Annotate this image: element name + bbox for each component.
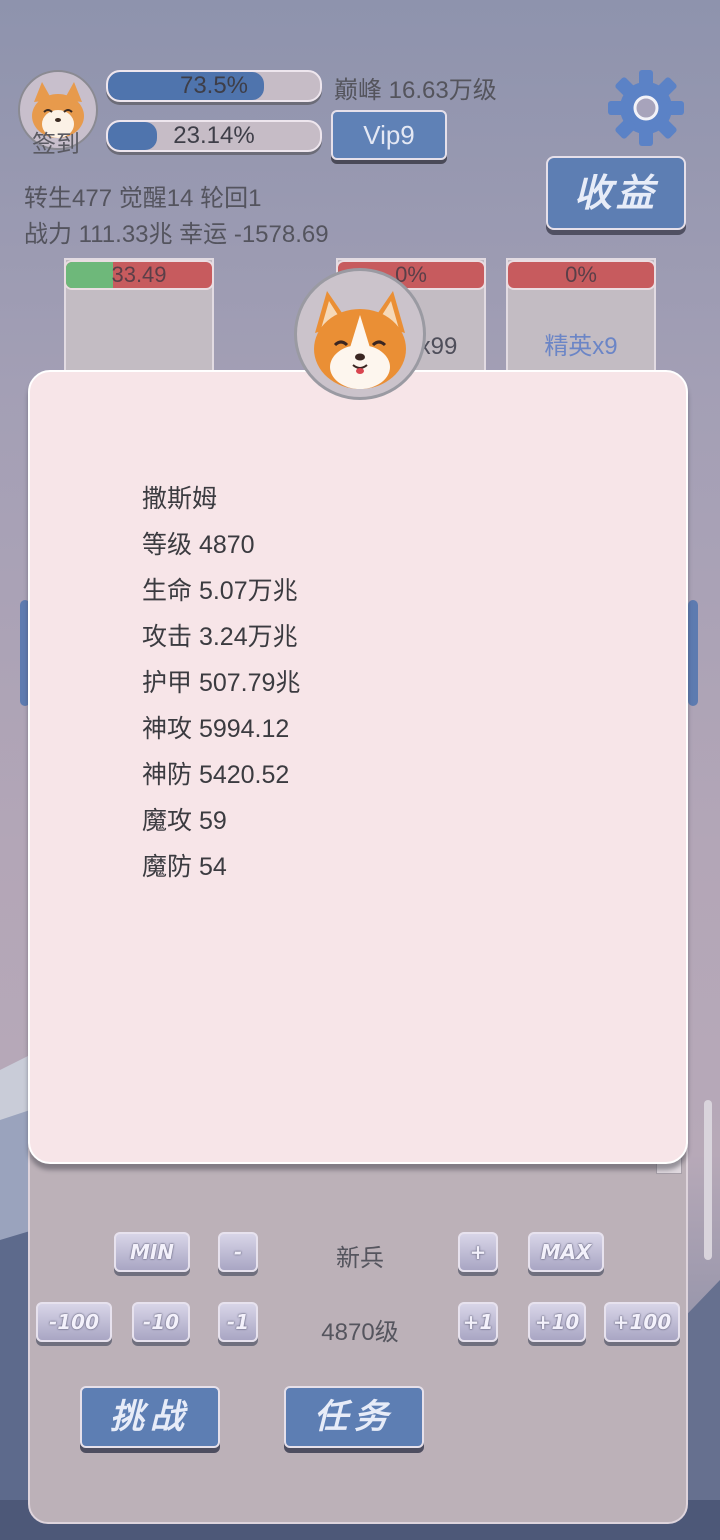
vip-button[interactable]: Vip9 (331, 110, 447, 160)
level-line: 等级 4870 (142, 531, 255, 559)
right-side-tab[interactable] (688, 600, 698, 706)
corgi-face-icon (314, 291, 406, 389)
level-selector-label: 4870级 (321, 1319, 399, 1346)
enemy-hp-bar: 33.49 (64, 260, 214, 290)
attack-line: 攻击 3.24万兆 (142, 623, 298, 651)
plus-1-button[interactable]: +1 (458, 1302, 498, 1342)
armor-line: 护甲 507.79兆 (142, 669, 301, 697)
enemy-stats-list: 撒斯姆 等级 4870 生命 5.07万兆 攻击 3.24万兆 护甲 507.7… (142, 482, 300, 896)
enemy-name-line: 撒斯姆 (142, 485, 218, 513)
enemy-hp-text: 0% (565, 262, 597, 287)
magic-defense-line: 魔防 54 (142, 853, 227, 881)
minus-1-button[interactable]: -1 (218, 1302, 258, 1342)
secondary-progress-bar: 23.14% (106, 120, 322, 152)
plus-100-button[interactable]: +100 (604, 1302, 680, 1342)
income-button[interactable]: 收益 (546, 156, 686, 230)
sign-in-label[interactable]: 签到 (18, 124, 94, 159)
modal-corgi-avatar (294, 268, 426, 400)
unit-type-label: 新兵 (336, 1245, 384, 1272)
settings-gear-icon[interactable] (606, 68, 686, 148)
magic-attack-line: 魔攻 59 (142, 807, 227, 835)
minus-10-button[interactable]: -10 (132, 1302, 190, 1342)
rebirth-stats-text: 转生477 觉醒14 轮回1 (24, 185, 262, 212)
plus-button[interactable]: + (458, 1232, 498, 1272)
secondary-progress-text: 23.14% (173, 122, 255, 149)
enemy-hp-text: 33.49 (111, 262, 167, 287)
scrollbar[interactable] (704, 1100, 712, 1260)
divine-attack-line: 神攻 5994.12 (142, 715, 290, 743)
enemy-hp-bar: 0% (506, 260, 656, 290)
experience-bar-text: 73.5% (179, 72, 249, 99)
hp-line: 生命 5.07万兆 (142, 577, 298, 605)
peak-level-text: 巅峰 16.63万级 (334, 77, 497, 104)
min-button[interactable]: MIN (114, 1232, 190, 1272)
challenge-button[interactable]: 挑战 (80, 1386, 220, 1448)
tasks-button[interactable]: 任务 (284, 1386, 424, 1448)
enemy-name: 精英x9 (544, 333, 618, 360)
enemy-info-modal[interactable]: 撒斯姆 等级 4870 生命 5.07万兆 攻击 3.24万兆 护甲 507.7… (28, 370, 688, 1164)
plus-10-button[interactable]: +10 (528, 1302, 586, 1342)
experience-bar: 73.5% (106, 70, 322, 102)
minus-100-button[interactable]: -100 (36, 1302, 112, 1342)
divine-defense-line: 神防 5420.52 (142, 761, 290, 789)
power-luck-text: 战力 111.33兆 幸运 -1578.69 (24, 221, 329, 248)
minus-button[interactable]: - (218, 1232, 258, 1272)
max-button[interactable]: MAX (528, 1232, 604, 1272)
